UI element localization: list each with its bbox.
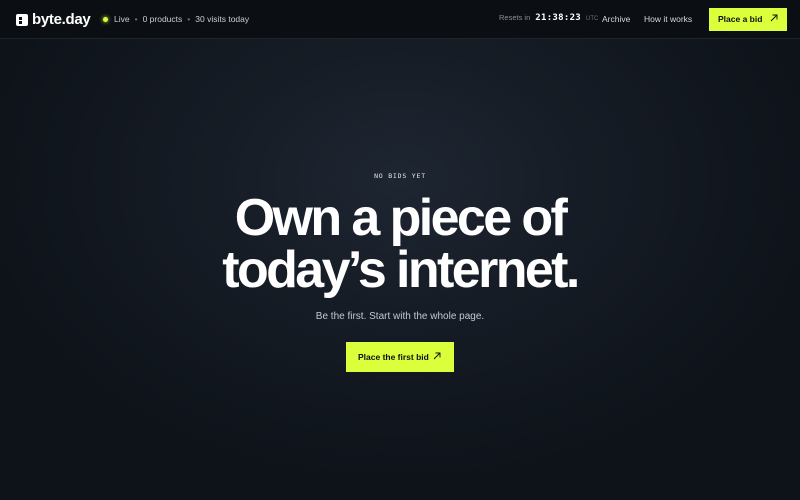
top-bar: byte.day Live • 0 products • 30 visits t… (0, 0, 800, 39)
headline-line-1: Own a piece of (234, 189, 568, 247)
place-first-bid-label: Place the first bid (358, 352, 429, 362)
hero-subtitle: Be the first. Start with the whole page. (315, 311, 485, 322)
logo-mark-icon (16, 14, 28, 26)
visits-count: 30 visits today (195, 14, 250, 24)
headline-line-2: today’s internet. (222, 241, 580, 299)
place-first-bid-button[interactable]: Place the first bid (346, 342, 454, 372)
logo[interactable]: byte.day (16, 11, 91, 28)
arrow-up-right-icon (433, 352, 441, 360)
status-separator: • (187, 14, 191, 24)
page: byte.day Live • 0 products • 30 visits t… (0, 0, 800, 500)
nav-archive-link[interactable]: Archive (602, 14, 630, 25)
nav-how-it-works-link[interactable]: How it works (644, 14, 692, 25)
countdown-time: 21:38:23 (535, 13, 582, 23)
hero-headline: Own a piece of today’s internet. (0, 192, 800, 296)
timezone-label: UTC (586, 16, 599, 22)
reset-countdown: Resets in 21:38:23 UTC (499, 13, 598, 23)
live-dot-icon (103, 17, 108, 22)
site-status: Live • 0 products • 30 visits today (103, 14, 249, 25)
live-label: Live (114, 14, 130, 24)
place-bid-button[interactable]: Place a bid (709, 8, 787, 31)
products-count: 0 products (142, 14, 183, 24)
no-bids-eyebrow: NO BIDS YET (374, 172, 426, 180)
logo-text: byte.day (32, 11, 91, 28)
arrow-up-right-icon (770, 14, 778, 22)
place-bid-label: Place a bid (718, 14, 763, 24)
status-separator: • (134, 14, 138, 24)
resets-label: Resets in (499, 13, 531, 22)
